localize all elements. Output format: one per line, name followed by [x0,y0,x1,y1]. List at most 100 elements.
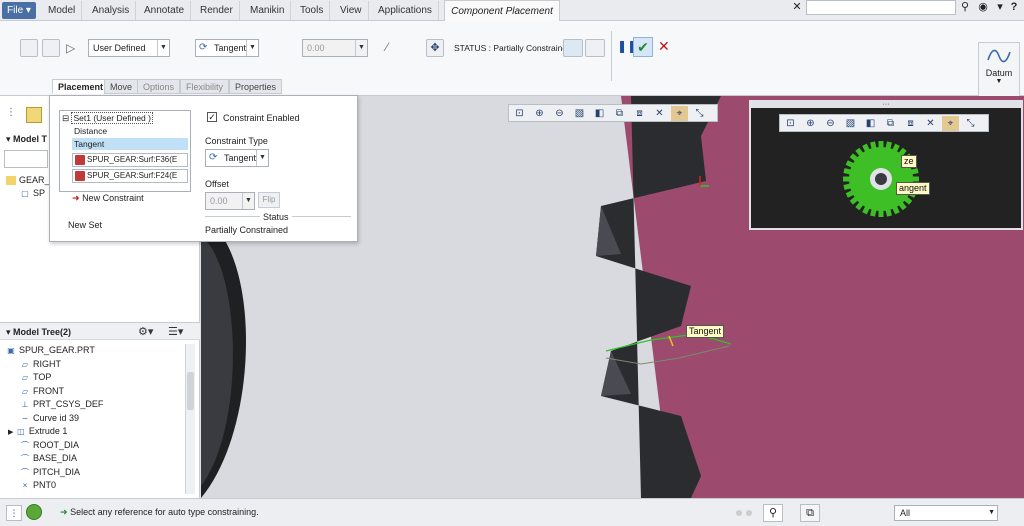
search-icon[interactable]: ⚲ [958,0,972,14]
constraint-item-distance[interactable]: Distance [74,125,107,137]
zoom-out-icon[interactable]: ⊖ [822,116,839,131]
tree-filter-input[interactable] [4,150,48,168]
tree-item-pitch-dia[interactable]: ⌒ PITCH_DIA [20,466,80,479]
flip-icon[interactable]: ⁄ [386,40,388,54]
scrollbar-thumb[interactable] [187,372,194,410]
tab-view[interactable]: View [334,1,369,20]
refit-icon[interactable]: ⊡ [782,116,799,131]
tab-properties[interactable]: Properties [229,79,283,94]
panel-offset-input[interactable]: 0.00 ▼ [205,192,255,210]
find-icon[interactable]: ⚲ [763,504,783,522]
tree-scrollbar[interactable] [185,344,195,494]
saved-orientations-icon[interactable]: ⧉ [611,106,628,121]
window-drag-handle[interactable]: ··· [751,101,1021,108]
tab-analysis[interactable]: Analysis [86,1,137,20]
reference-item-1[interactable]: SPUR_GEAR:Surf:F36(E [72,153,188,167]
tab-render[interactable]: Render [194,1,240,20]
tree-item-spur[interactable]: ▢ SP [20,187,45,200]
tree-item-top[interactable]: ▱ TOP [20,371,51,384]
datum-display-icon[interactable]: ✕ [651,106,668,121]
zoom-in-icon[interactable]: ⊕ [802,116,819,131]
show-icon[interactable]: ☰▾ [168,325,183,338]
zoom-in-icon[interactable]: ⊕ [531,106,548,121]
tree-item-pnt0[interactable]: × PNT0 [20,479,56,492]
tab-manikin[interactable]: Manikin [244,1,292,20]
constraint-enabled-checkbox[interactable]: ✓ [207,112,217,122]
annotation-display-icon[interactable]: ⤡ [691,106,708,121]
confirm-check-icon[interactable]: ✔ [633,37,653,57]
expand-icon[interactable]: ▶ [8,429,13,436]
assembly-icon[interactable] [20,39,38,57]
windows-icon[interactable]: ⧉ [800,504,820,522]
new-constraint-link[interactable]: ➜ New Constraint [72,193,144,204]
zoom-out-icon[interactable]: ⊖ [551,106,568,121]
status-message: ➜ Select any reference for auto type con… [60,507,259,517]
tree-item-csys[interactable]: ⊥ PRT_CSYS_DEF [20,398,104,411]
new-set-link[interactable]: New Set [68,220,102,230]
set-item[interactable]: ⊟ Set1 (User Defined ) [62,112,153,124]
tree-item-gear-asm[interactable]: GEAR_ [6,174,50,187]
tab-tools[interactable]: Tools [294,1,331,20]
datum-plane-icon: ▱ [21,387,29,397]
repaint-icon[interactable]: ▧ [842,116,859,131]
tree-item-base-dia[interactable]: ⌒ BASE_DIA [20,452,77,465]
tree-item-part[interactable]: ▣ SPUR_GEAR.PRT [6,344,95,357]
constraint-type-select[interactable]: ⟳ Tangent ▼ [195,39,259,57]
tab-model[interactable]: Model [42,1,83,20]
component-window[interactable]: ··· ⊡ ⊕ ⊖ ▧ ◧ ⧉ ⧈ ✕ ⌖ ⤡ ze angent [749,100,1023,230]
tab-component-placement[interactable]: Component Placement [444,0,560,22]
folder-icon[interactable] [26,107,42,123]
gear-tooth [843,176,851,182]
navigator-icon[interactable]: ⋮ [6,505,22,521]
display-style-icon[interactable]: ◧ [591,106,608,121]
tree-icon[interactable]: ⋮ [6,107,20,121]
annotation-display-icon[interactable]: ⤡ [962,116,979,131]
cancel-x-icon[interactable]: ✕ [658,38,670,55]
assembly-icon [6,176,16,186]
tree-item-root-dia[interactable]: ⌒ ROOT_DIA [20,439,79,452]
help-center-icon[interactable]: ◉ [976,0,990,14]
chevron-down-icon: ▼ [256,150,268,166]
tab-applications[interactable]: Applications [372,1,439,20]
reference-item-2[interactable]: SPUR_GEAR:Surf:F24(E [72,169,188,183]
move-icon[interactable]: ✥ [426,39,444,57]
inset-label-tangent: angent [896,182,930,195]
tab-annotate[interactable]: Annotate [138,1,192,20]
tree-item-right[interactable]: ▱ RIGHT [20,358,61,371]
tab-flexibility[interactable]: Flexibility [180,79,230,94]
tree-item-front[interactable]: ▱ FRONT [20,385,64,398]
close-icon[interactable]: ✕ [790,0,804,14]
arrow-flag-icon[interactable]: ▷ [66,41,75,55]
panel-constraint-type-select[interactable]: ⟳ Tangent ▼ [205,149,269,167]
assembly-window-icon[interactable] [585,39,605,57]
selection-filter-select[interactable]: All ▼ [894,505,998,521]
component-icon[interactable] [42,39,60,57]
constraint-set-select[interactable]: User Defined ▼ [88,39,170,57]
offset-input[interactable]: 0.00 ▼ [302,39,368,57]
saved-orientations-icon[interactable]: ⧉ [882,116,899,131]
spin-center-icon[interactable]: ⌖ [942,116,959,131]
settings-icon[interactable]: ⚙▾ [138,325,153,338]
view-manager-icon[interactable]: ⧈ [631,106,648,121]
datum-display-icon[interactable]: ✕ [922,116,939,131]
refit-icon[interactable]: ⊡ [511,106,528,121]
tab-options[interactable]: Options [137,79,181,94]
chevron-down-icon[interactable]: ▾ [993,0,1007,14]
flip-button[interactable]: Flip [258,192,280,208]
menu-bar: File ▾ Model Analysis Annotate Render Ma… [0,0,1024,22]
tree-item-extrude[interactable]: ▶ ◫ Extrude 1 [8,425,67,438]
separate-window-icon[interactable] [563,39,583,57]
display-style-icon[interactable]: ◧ [862,116,879,131]
search-input[interactable] [806,0,956,15]
view-manager-icon[interactable]: ⧈ [902,116,919,131]
help-icon[interactable]: ? [1007,0,1021,14]
tree-item-curve[interactable]: ∼ Curve id 39 [20,412,79,425]
tab-placement[interactable]: Placement [52,79,110,94]
status-label: Status [260,212,292,222]
file-menu-button[interactable]: File ▾ [2,2,36,19]
repaint-icon[interactable]: ▧ [571,106,588,121]
spin-center-icon[interactable]: ⌖ [671,106,688,121]
browser-globe-icon[interactable] [26,504,42,520]
constraint-item-tangent[interactable]: Tangent [72,138,188,150]
tab-move[interactable]: Move [104,79,139,94]
